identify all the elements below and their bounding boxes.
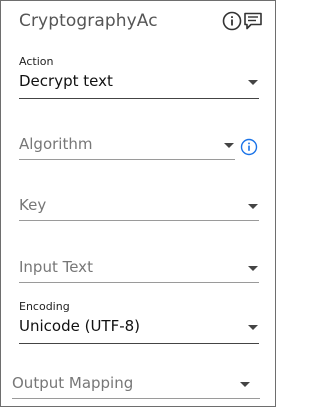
action-value: Decrypt text — [19, 72, 113, 90]
chevron-down-icon — [224, 143, 234, 148]
encoding-label: Encoding — [19, 300, 70, 313]
underline — [19, 159, 235, 160]
properties-panel: CryptographyAc Action Decrypt text Algor… — [0, 0, 276, 407]
underline — [12, 398, 260, 399]
output-mapping-placeholder: Output Mapping — [12, 374, 134, 392]
algorithm-placeholder: Algorithm — [19, 135, 93, 153]
underline — [19, 220, 259, 221]
output-mapping-dropdown[interactable]: Output Mapping — [12, 374, 260, 402]
underline — [19, 343, 259, 344]
key-placeholder: Key — [19, 196, 47, 214]
algorithm-info-icon[interactable] — [240, 138, 258, 156]
encoding-value: Unicode (UTF-8) — [19, 317, 141, 335]
encoding-dropdown[interactable]: Encoding Unicode (UTF-8) — [19, 300, 259, 346]
action-dropdown[interactable]: Action Decrypt text — [19, 55, 259, 101]
action-label: Action — [19, 55, 54, 68]
chevron-down-icon — [248, 325, 258, 330]
comment-icon[interactable] — [243, 11, 263, 31]
info-icon[interactable] — [222, 11, 242, 31]
key-dropdown[interactable]: Key — [19, 196, 259, 224]
chevron-down-icon — [248, 80, 258, 85]
panel-title: CryptographyAc — [19, 11, 158, 31]
chevron-down-icon — [248, 204, 258, 209]
underline — [19, 98, 259, 99]
input-text-dropdown[interactable]: Input Text — [19, 258, 259, 286]
chevron-down-icon — [240, 382, 250, 387]
chevron-down-icon — [248, 266, 258, 271]
underline — [19, 282, 259, 283]
input-text-placeholder: Input Text — [19, 258, 93, 276]
algorithm-dropdown[interactable]: Algorithm — [19, 135, 235, 163]
